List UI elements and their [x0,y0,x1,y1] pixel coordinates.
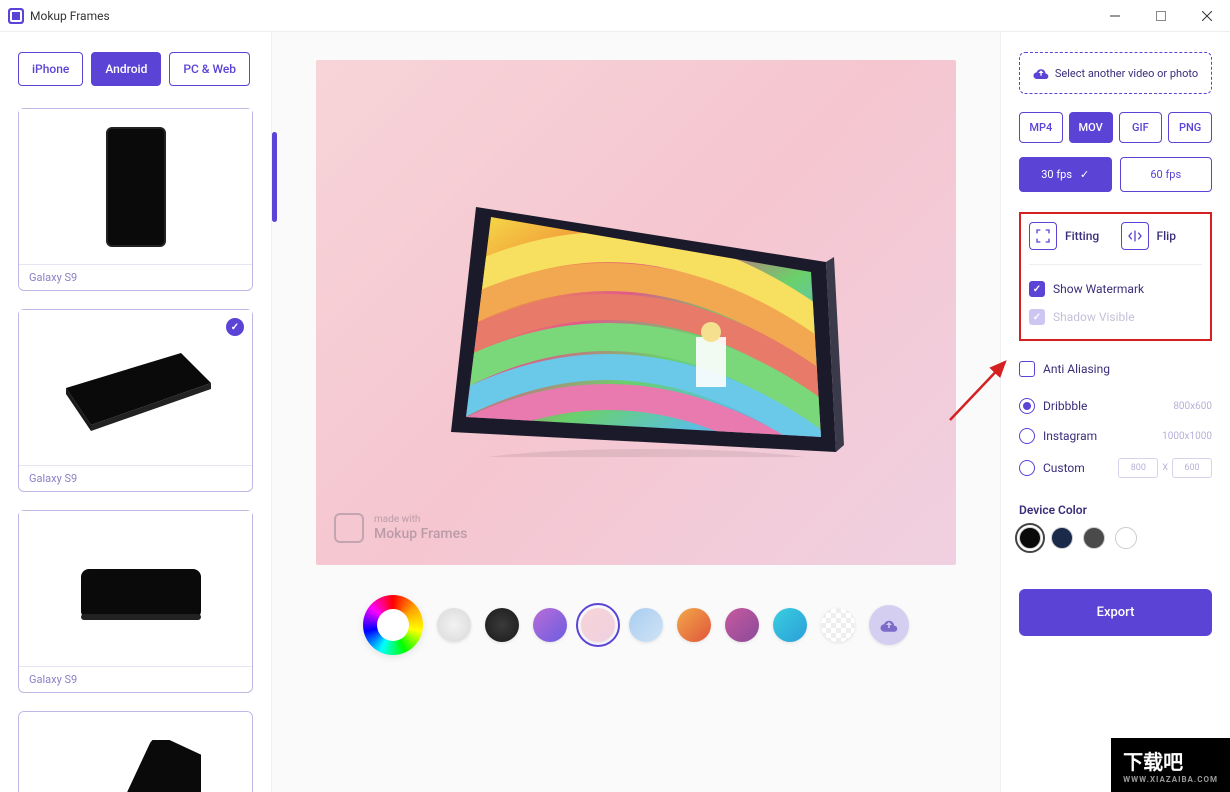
minimize-button[interactable] [1092,0,1138,32]
tab-pc-web[interactable]: PC & Web [169,52,250,86]
device-card[interactable]: Galaxy S9 [18,309,253,492]
size-dribbble[interactable]: Dribbble 800x600 [1019,391,1212,421]
radio-icon [1019,398,1035,414]
app-logo [8,8,24,24]
maximize-button[interactable] [1138,0,1184,32]
size-instagram[interactable]: Instagram 1000x1000 [1019,421,1212,451]
brand-overlay: 下载吧WWW.XIAZAIBA.COM [1111,738,1230,792]
app-title: Mokup Frames [30,9,110,23]
export-button[interactable]: Export [1019,589,1212,636]
device-label: Galaxy S9 [19,264,252,290]
color-wheel-picker[interactable] [363,595,423,655]
fitting-icon [1029,222,1057,250]
flip-icon [1121,222,1149,250]
resize-handle[interactable] [272,132,277,222]
flip-label: Flip [1157,229,1176,243]
checkbox-icon [1029,309,1045,325]
bg-swatch[interactable] [437,608,471,642]
platform-tabs: iPhone Android PC & Web [18,52,253,86]
shadow-visible-label: Shadow Visible [1053,310,1135,324]
titlebar: Mokup Frames [0,0,1230,32]
dimension-x: X [1162,463,1168,473]
background-colorbar [363,595,909,655]
anti-aliasing-label: Anti Aliasing [1043,362,1110,376]
mockup-preview: made withMokup Frames [316,60,956,565]
anti-aliasing-toggle[interactable]: Anti Aliasing [1019,351,1212,391]
phone-front-icon [106,127,166,247]
device-color-label: Device Color [1019,503,1212,517]
fitting-button[interactable]: Fitting [1029,222,1111,250]
phone-angled-icon [51,343,221,433]
size-custom[interactable]: Custom X [1019,451,1212,485]
custom-width-input[interactable] [1118,458,1158,478]
bg-swatch[interactable] [533,608,567,642]
format-mov[interactable]: MOV [1069,112,1113,143]
bg-swatch[interactable] [485,608,519,642]
bg-swatch-transparent[interactable] [821,608,855,642]
selected-check-icon [226,318,244,336]
annotation-highlight: Fitting Flip Show Watermark Shadow Visib… [1019,212,1212,341]
radio-icon [1019,460,1035,476]
bg-swatch-selected[interactable] [581,608,615,642]
mockup-phone [396,137,876,457]
device-label: Galaxy S9 [19,465,252,491]
phone-partial-icon [71,740,201,792]
device-card[interactable] [18,711,253,792]
bg-upload-button[interactable] [869,605,909,645]
tab-android[interactable]: Android [91,52,161,86]
bg-swatch[interactable] [677,608,711,642]
canvas-area: made withMokup Frames [272,32,1000,792]
device-card[interactable]: Galaxy S9 [18,108,253,291]
checkbox-icon [1019,361,1035,377]
show-watermark-toggle[interactable]: Show Watermark [1029,275,1202,303]
sidebar: iPhone Android PC & Web Galaxy S9 Galaxy… [0,32,272,792]
format-png[interactable]: PNG [1168,112,1212,143]
device-card[interactable]: Galaxy S9 [18,510,253,693]
select-file-button[interactable]: Select another video or photo [1019,52,1212,94]
device-color-swatch[interactable] [1083,527,1105,549]
format-mp4[interactable]: MP4 [1019,112,1063,143]
device-color-swatch[interactable] [1019,527,1041,549]
checkbox-icon [1029,281,1045,297]
bg-swatch[interactable] [773,608,807,642]
watermark-icon [334,513,364,543]
close-button[interactable] [1184,0,1230,32]
phone-landscape-icon [51,544,221,634]
fps-30[interactable]: 30 fps [1019,157,1112,192]
select-file-label: Select another video or photo [1055,67,1198,80]
radio-icon [1019,428,1035,444]
format-gif[interactable]: GIF [1119,112,1163,143]
fitting-label: Fitting [1065,229,1099,243]
custom-height-input[interactable] [1172,458,1212,478]
watermark-small: made with [374,514,420,525]
bg-swatch[interactable] [629,608,663,642]
device-label: Galaxy S9 [19,666,252,692]
device-color-swatch[interactable] [1051,527,1073,549]
right-panel: Select another video or photo MP4 MOV GI… [1000,32,1230,792]
tab-iphone[interactable]: iPhone [18,52,83,86]
shadow-visible-toggle[interactable]: Shadow Visible [1029,303,1202,331]
watermark: made withMokup Frames [334,513,467,543]
bg-swatch[interactable] [725,608,759,642]
flip-button[interactable]: Flip [1121,222,1203,250]
device-color-swatch[interactable] [1115,527,1137,549]
show-watermark-label: Show Watermark [1053,282,1144,296]
watermark-big: Mokup Frames [374,526,467,543]
fps-60[interactable]: 60 fps [1120,157,1213,192]
